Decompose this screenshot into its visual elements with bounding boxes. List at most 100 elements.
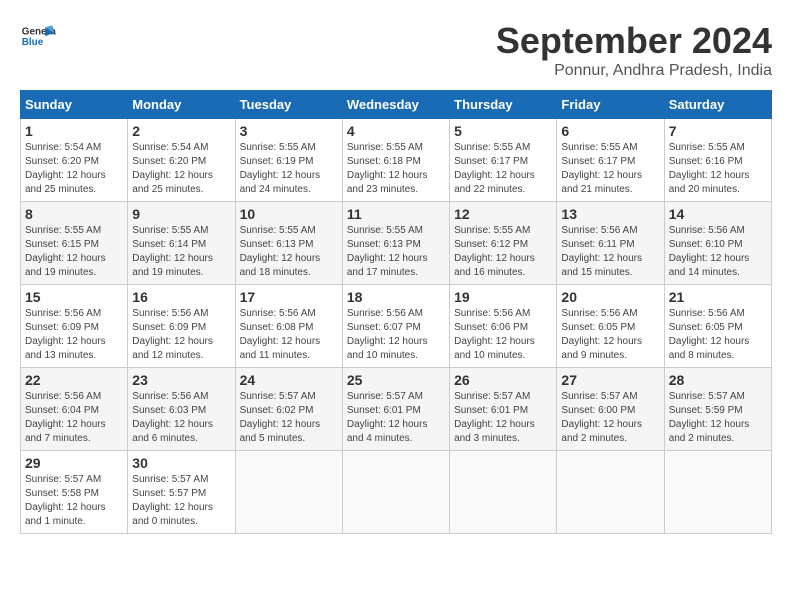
- day-detail: Sunrise: 5:56 AM Sunset: 6:09 PM Dayligh…: [25, 307, 123, 363]
- day-detail: Sunrise: 5:55 AM Sunset: 6:13 PM Dayligh…: [347, 224, 445, 280]
- day-number: 18: [347, 289, 445, 305]
- col-saturday: Saturday: [664, 91, 771, 119]
- day-detail: Sunrise: 5:54 AM Sunset: 6:20 PM Dayligh…: [132, 141, 230, 197]
- day-number: 17: [240, 289, 338, 305]
- calendar-week-row: 29 Sunrise: 5:57 AM Sunset: 5:58 PM Dayli…: [21, 451, 772, 534]
- title-section: September 2024 Ponnur, Andhra Pradesh, I…: [496, 20, 772, 80]
- table-cell: [450, 451, 557, 534]
- day-number: 30: [132, 455, 230, 471]
- day-number: 9: [132, 206, 230, 222]
- table-cell: 26Sunrise: 5:57 AM Sunset: 6:01 PM Dayli…: [450, 368, 557, 451]
- table-cell: 7 Sunrise: 5:55 AM Sunset: 6:16 PM Daylig…: [664, 119, 771, 202]
- day-number: 3: [240, 123, 338, 139]
- day-detail: Sunrise: 5:56 AM Sunset: 6:11 PM Dayligh…: [561, 224, 659, 280]
- day-number: 29: [25, 455, 123, 471]
- table-cell: 12 Sunrise: 5:55 AM Sunset: 6:12 PM Dayli…: [450, 202, 557, 285]
- day-detail: Sunrise: 5:57 AM Sunset: 6:01 PM Dayligh…: [347, 390, 445, 446]
- day-number: 13: [561, 206, 659, 222]
- day-detail: Sunrise: 5:57 AM Sunset: 6:00 PM Dayligh…: [561, 390, 659, 446]
- col-sunday: Sunday: [21, 91, 128, 119]
- day-detail: Sunrise: 5:57 AM Sunset: 5:59 PM Dayligh…: [669, 390, 767, 446]
- table-cell: 6 Sunrise: 5:55 AM Sunset: 6:17 PM Daylig…: [557, 119, 664, 202]
- day-number: 28: [669, 372, 767, 388]
- day-number: 27: [561, 372, 659, 388]
- table-cell: 11Sunrise: 5:55 AM Sunset: 6:13 PM Dayli…: [342, 202, 449, 285]
- day-number: 2: [132, 123, 230, 139]
- day-number: 23: [132, 372, 230, 388]
- day-detail: Sunrise: 5:56 AM Sunset: 6:05 PM Dayligh…: [669, 307, 767, 363]
- day-detail: Sunrise: 5:54 AM Sunset: 6:20 PM Dayligh…: [25, 141, 123, 197]
- day-number: 7: [669, 123, 767, 139]
- day-number: 22: [25, 372, 123, 388]
- day-detail: Sunrise: 5:55 AM Sunset: 6:12 PM Dayligh…: [454, 224, 552, 280]
- table-cell: 9Sunrise: 5:55 AM Sunset: 6:14 PM Daylig…: [128, 202, 235, 285]
- day-number: 26: [454, 372, 552, 388]
- day-detail: Sunrise: 5:56 AM Sunset: 6:08 PM Dayligh…: [240, 307, 338, 363]
- day-detail: Sunrise: 5:55 AM Sunset: 6:13 PM Dayligh…: [240, 224, 338, 280]
- table-cell: 13 Sunrise: 5:56 AM Sunset: 6:11 PM Dayli…: [557, 202, 664, 285]
- table-cell: 8 Sunrise: 5:55 AM Sunset: 6:15 PM Daylig…: [21, 202, 128, 285]
- day-number: 4: [347, 123, 445, 139]
- calendar-week-row: 15 Sunrise: 5:56 AM Sunset: 6:09 PM Dayli…: [21, 285, 772, 368]
- table-cell: 5Sunrise: 5:55 AM Sunset: 6:17 PM Daylig…: [450, 119, 557, 202]
- day-detail: Sunrise: 5:55 AM Sunset: 6:15 PM Dayligh…: [25, 224, 123, 280]
- day-detail: Sunrise: 5:56 AM Sunset: 6:10 PM Dayligh…: [669, 224, 767, 280]
- table-cell: 16 Sunrise: 5:56 AM Sunset: 6:09 PM Dayli…: [128, 285, 235, 368]
- day-detail: Sunrise: 5:56 AM Sunset: 6:06 PM Dayligh…: [454, 307, 552, 363]
- logo: General Blue: [20, 20, 56, 56]
- svg-text:Blue: Blue: [22, 37, 44, 48]
- day-detail: Sunrise: 5:55 AM Sunset: 6:17 PM Dayligh…: [561, 141, 659, 197]
- table-cell: 14 Sunrise: 5:56 AM Sunset: 6:10 PM Dayli…: [664, 202, 771, 285]
- day-number: 15: [25, 289, 123, 305]
- table-cell: [235, 451, 342, 534]
- table-cell: 17 Sunrise: 5:56 AM Sunset: 6:08 PM Dayli…: [235, 285, 342, 368]
- table-cell: 15 Sunrise: 5:56 AM Sunset: 6:09 PM Dayli…: [21, 285, 128, 368]
- day-number: 24: [240, 372, 338, 388]
- table-cell: 19 Sunrise: 5:56 AM Sunset: 6:06 PM Dayli…: [450, 285, 557, 368]
- day-number: 8: [25, 206, 123, 222]
- col-thursday: Thursday: [450, 91, 557, 119]
- table-cell: 20 Sunrise: 5:56 AM Sunset: 6:05 PM Dayli…: [557, 285, 664, 368]
- table-cell: [342, 451, 449, 534]
- col-wednesday: Wednesday: [342, 91, 449, 119]
- day-detail: Sunrise: 5:57 AM Sunset: 5:58 PM Dayligh…: [25, 473, 123, 529]
- day-detail: Sunrise: 5:57 AM Sunset: 6:02 PM Dayligh…: [240, 390, 338, 446]
- day-number: 21: [669, 289, 767, 305]
- calendar-week-row: 8 Sunrise: 5:55 AM Sunset: 6:15 PM Daylig…: [21, 202, 772, 285]
- day-detail: Sunrise: 5:55 AM Sunset: 6:16 PM Dayligh…: [669, 141, 767, 197]
- table-cell: 21 Sunrise: 5:56 AM Sunset: 6:05 PM Dayli…: [664, 285, 771, 368]
- table-cell: 10 Sunrise: 5:55 AM Sunset: 6:13 PM Dayli…: [235, 202, 342, 285]
- table-cell: 27 Sunrise: 5:57 AM Sunset: 6:00 PM Dayli…: [557, 368, 664, 451]
- table-cell: [557, 451, 664, 534]
- table-cell: 18Sunrise: 5:56 AM Sunset: 6:07 PM Dayli…: [342, 285, 449, 368]
- calendar-week-row: 22Sunrise: 5:56 AM Sunset: 6:04 PM Dayli…: [21, 368, 772, 451]
- day-detail: Sunrise: 5:56 AM Sunset: 6:03 PM Dayligh…: [132, 390, 230, 446]
- day-number: 10: [240, 206, 338, 222]
- day-detail: Sunrise: 5:56 AM Sunset: 6:05 PM Dayligh…: [561, 307, 659, 363]
- table-cell: [664, 451, 771, 534]
- day-number: 12: [454, 206, 552, 222]
- table-cell: 24 Sunrise: 5:57 AM Sunset: 6:02 PM Dayli…: [235, 368, 342, 451]
- day-number: 6: [561, 123, 659, 139]
- day-number: 1: [25, 123, 123, 139]
- table-cell: 30 Sunrise: 5:57 AM Sunset: 5:57 PM Dayli…: [128, 451, 235, 534]
- table-cell: 2 Sunrise: 5:54 AM Sunset: 6:20 PM Daylig…: [128, 119, 235, 202]
- day-number: 16: [132, 289, 230, 305]
- table-cell: 29 Sunrise: 5:57 AM Sunset: 5:58 PM Dayli…: [21, 451, 128, 534]
- day-number: 14: [669, 206, 767, 222]
- day-number: 19: [454, 289, 552, 305]
- calendar-week-row: 1 Sunrise: 5:54 AM Sunset: 6:20 PM Daylig…: [21, 119, 772, 202]
- table-cell: 25 Sunrise: 5:57 AM Sunset: 6:01 PM Dayli…: [342, 368, 449, 451]
- col-tuesday: Tuesday: [235, 91, 342, 119]
- table-cell: 28 Sunrise: 5:57 AM Sunset: 5:59 PM Dayli…: [664, 368, 771, 451]
- day-detail: Sunrise: 5:57 AM Sunset: 5:57 PM Dayligh…: [132, 473, 230, 529]
- location-title: Ponnur, Andhra Pradesh, India: [496, 62, 772, 80]
- day-number: 25: [347, 372, 445, 388]
- table-cell: 4 Sunrise: 5:55 AM Sunset: 6:18 PM Daylig…: [342, 119, 449, 202]
- table-cell: 1 Sunrise: 5:54 AM Sunset: 6:20 PM Daylig…: [21, 119, 128, 202]
- day-number: 20: [561, 289, 659, 305]
- calendar-table: Sunday Monday Tuesday Wednesday Thursday…: [20, 90, 772, 534]
- day-detail: Sunrise: 5:55 AM Sunset: 6:18 PM Dayligh…: [347, 141, 445, 197]
- day-detail: Sunrise: 5:56 AM Sunset: 6:09 PM Dayligh…: [132, 307, 230, 363]
- day-detail: Sunrise: 5:55 AM Sunset: 6:19 PM Dayligh…: [240, 141, 338, 197]
